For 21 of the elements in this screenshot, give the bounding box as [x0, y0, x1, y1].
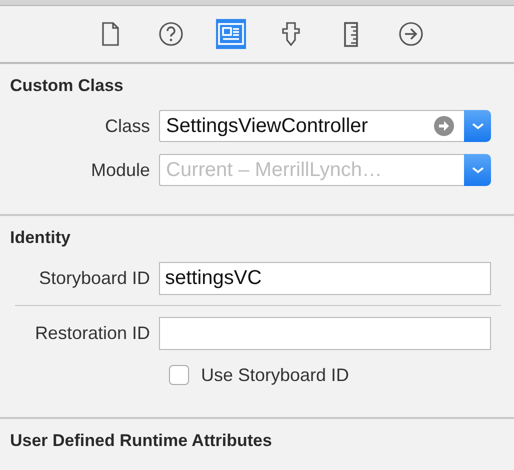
text-field[interactable]: settingsVC [159, 262, 491, 294]
section-title: User Defined Runtime Attributes [9, 430, 273, 452]
checkbox-label: Use Storyboard ID [201, 364, 350, 386]
field-label: Class [104, 116, 151, 136]
chevron-down-icon [470, 165, 484, 175]
text-field[interactable] [159, 316, 491, 350]
help-icon[interactable] [156, 19, 186, 49]
checkbox[interactable] [169, 365, 189, 385]
field-label: Restoration ID [34, 322, 151, 344]
section-title: Identity [9, 227, 72, 249]
id-card-icon[interactable] [216, 19, 246, 49]
dropdown-button[interactable] [464, 110, 491, 142]
arrow-circle-icon[interactable] [434, 116, 454, 136]
field-label: Storyboard ID [38, 268, 151, 288]
arrow-circle-icon[interactable] [396, 19, 426, 49]
dropdown-button[interactable] [464, 154, 491, 186]
combo-box[interactable]: SettingsViewController [159, 110, 491, 142]
section-title: Custom Class [9, 75, 124, 97]
field-label: Module [90, 160, 151, 180]
combo-box[interactable]: Current – MerrillLynch… [159, 154, 491, 186]
chevron-down-icon [470, 121, 484, 131]
